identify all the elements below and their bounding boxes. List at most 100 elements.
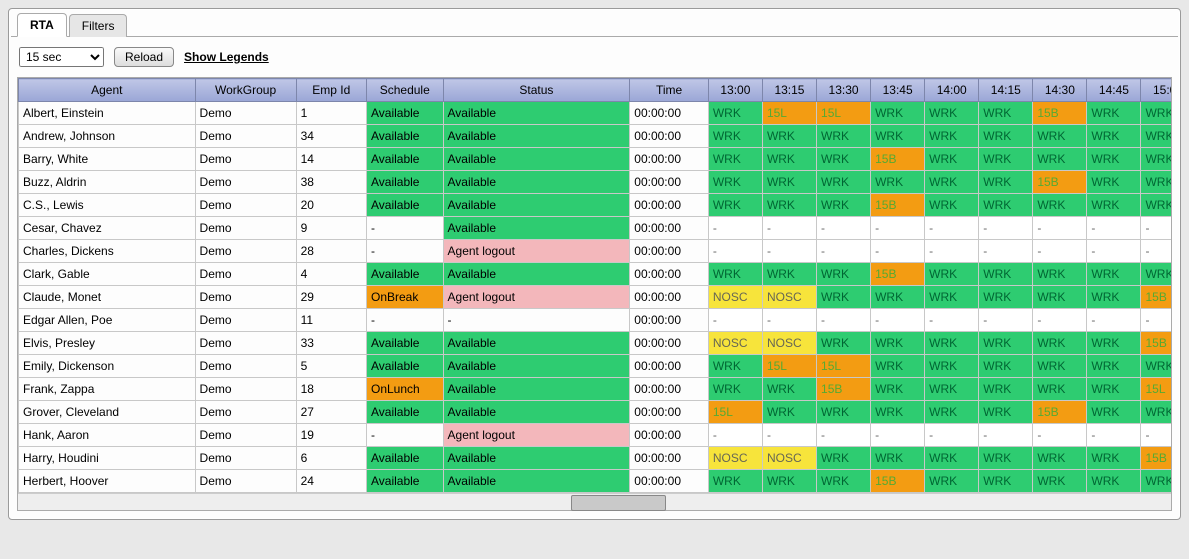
cell: WRK [1087,125,1141,148]
table-row[interactable]: Edgar Allen, PoeDemo11--00:00:00--------… [19,309,1172,332]
cell: WRK [762,194,816,217]
cell: Available [443,401,630,424]
cell: WRK [817,447,871,470]
cell: Available [366,125,443,148]
horizontal-scrollbar-thumb[interactable] [571,495,665,511]
cell: WRK [817,171,871,194]
cell: Available [443,171,630,194]
table-row[interactable]: Herbert, HooverDemo24AvailableAvailable0… [19,470,1172,493]
cell: Available [366,148,443,171]
cell: - [708,424,762,447]
cell: 15L [762,355,816,378]
table-row[interactable]: C.S., LewisDemo20AvailableAvailable00:00… [19,194,1172,217]
cell: WRK [925,171,979,194]
cell: WRK [979,194,1033,217]
table-row[interactable]: Harry, HoudiniDemo6AvailableAvailable00:… [19,447,1172,470]
col-schedule[interactable]: Schedule [366,79,443,102]
show-legends-link[interactable]: Show Legends [184,50,269,64]
table-row[interactable]: Hank, AaronDemo19-Agent logout00:00:00--… [19,424,1172,447]
cell: WRK [1087,102,1141,125]
tab-filters[interactable]: Filters [69,14,128,37]
cell: - [925,309,979,332]
cell: WRK [1087,401,1141,424]
cell: 00:00:00 [630,447,709,470]
table-row[interactable]: Charles, DickensDemo28-Agent logout00:00… [19,240,1172,263]
grid-scroll[interactable]: AgentWorkGroupEmp IdScheduleStatusTime13… [18,78,1171,493]
cell: Available [366,355,443,378]
cell: 14 [296,148,366,171]
cell: 15L [762,102,816,125]
cell: - [925,240,979,263]
cell: - [762,240,816,263]
col-status[interactable]: Status [443,79,630,102]
cell: WRK [979,401,1033,424]
col-slot-1330[interactable]: 13:30 [817,79,871,102]
cell: 33 [296,332,366,355]
cell: NOSC [708,447,762,470]
table-row[interactable]: Andrew, JohnsonDemo34AvailableAvailable0… [19,125,1172,148]
col-agent[interactable]: Agent [19,79,196,102]
cell: 00:00:00 [630,378,709,401]
grid-body: Albert, EinsteinDemo1AvailableAvailable0… [19,102,1172,493]
cell: - [817,309,871,332]
cell: Demo [195,125,296,148]
cell: - [979,424,1033,447]
cell: Demo [195,378,296,401]
table-row[interactable]: Emily, DickensonDemo5AvailableAvailable0… [19,355,1172,378]
cell: Charles, Dickens [19,240,196,263]
table-row[interactable]: Clark, GableDemo4AvailableAvailable00:00… [19,263,1172,286]
col-time[interactable]: Time [630,79,709,102]
refresh-interval-select[interactable]: 5 sec10 sec15 sec30 sec60 sec [19,47,104,67]
table-row[interactable]: Buzz, AldrinDemo38AvailableAvailable00:0… [19,171,1172,194]
table-row[interactable]: Albert, EinsteinDemo1AvailableAvailable0… [19,102,1172,125]
cell: 15B [1141,286,1171,309]
cell: Available [443,102,630,125]
cell: 15B [1033,102,1087,125]
table-row[interactable]: Frank, ZappaDemo18OnLunchAvailable00:00:… [19,378,1172,401]
cell: 34 [296,125,366,148]
cell: - [817,240,871,263]
cell: - [366,424,443,447]
col-slot-1300[interactable]: 13:00 [708,79,762,102]
table-row[interactable]: Barry, WhiteDemo14AvailableAvailable00:0… [19,148,1172,171]
cell: WRK [1087,148,1141,171]
cell: 15B [1033,401,1087,424]
cell: WRK [979,148,1033,171]
cell: - [1087,309,1141,332]
cell: 00:00:00 [630,424,709,447]
table-row[interactable]: Elvis, PresleyDemo33AvailableAvailable00… [19,332,1172,355]
cell: C.S., Lewis [19,194,196,217]
cell: WRK [871,171,925,194]
cell: 15B [871,470,925,493]
cell: Demo [195,148,296,171]
col-slot-1400[interactable]: 14:00 [925,79,979,102]
cell: WRK [762,125,816,148]
col-slot-1430[interactable]: 14:30 [1033,79,1087,102]
col-slot-1345[interactable]: 13:45 [871,79,925,102]
cell: 15B [871,194,925,217]
col-slot-1445[interactable]: 14:45 [1087,79,1141,102]
cell: WRK [1033,470,1087,493]
cell: Demo [195,355,296,378]
cell: Available [443,125,630,148]
tab-rta[interactable]: RTA [17,13,67,37]
table-row[interactable]: Cesar, ChavezDemo9-Available00:00:00----… [19,217,1172,240]
table-row[interactable]: Grover, ClevelandDemo27AvailableAvailabl… [19,401,1172,424]
cell: NOSC [762,447,816,470]
col-slot-1315[interactable]: 13:15 [762,79,816,102]
horizontal-scrollbar[interactable] [18,493,1171,510]
table-row[interactable]: Claude, MonetDemo29OnBreakAgent logout00… [19,286,1172,309]
grid-header-row: AgentWorkGroupEmp IdScheduleStatusTime13… [19,79,1172,102]
col-emp-id[interactable]: Emp Id [296,79,366,102]
cell: 15B [1141,332,1171,355]
cell: 15L [817,355,871,378]
cell: WRK [1141,263,1171,286]
cell: WRK [925,194,979,217]
col-slot-1500[interactable]: 15:00 [1141,79,1171,102]
col-slot-1415[interactable]: 14:15 [979,79,1033,102]
reload-button[interactable]: Reload [114,47,174,67]
cell: 00:00:00 [630,355,709,378]
cell: 1 [296,102,366,125]
cell: - [366,309,443,332]
col-workgroup[interactable]: WorkGroup [195,79,296,102]
